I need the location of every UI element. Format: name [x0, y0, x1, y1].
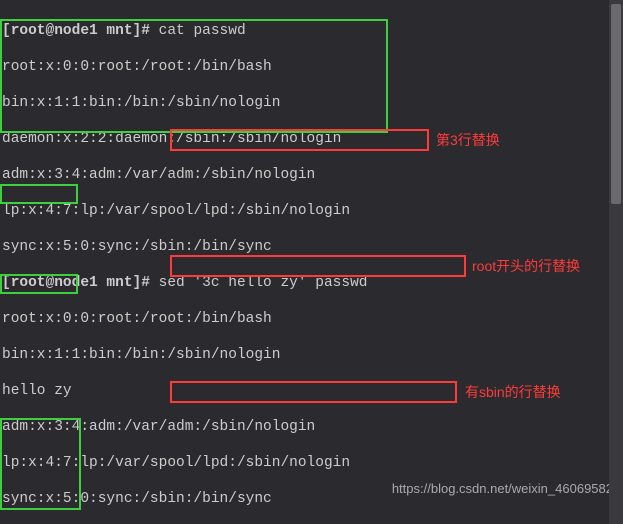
- output-line: sync:x:5:0:sync:/sbin:/bin/sync: [2, 490, 621, 508]
- scrollbar-thumb[interactable]: [611, 4, 621, 204]
- output-line: lp:x:4:7:lp:/var/spool/lpd:/sbin/nologin: [2, 454, 621, 472]
- output-line: root:x:0:0:root:/root:/bin/bash: [2, 310, 621, 328]
- command-cat: cat passwd: [159, 23, 246, 39]
- output-line: hello zy: [2, 382, 621, 400]
- output-line: bin:x:1:1:bin:/bin:/sbin/nologin: [2, 94, 621, 112]
- annotation-sed2: root开头的行替换: [472, 257, 580, 275]
- highlight-box-hello1: [0, 184, 78, 204]
- output-line: lp:x:4:7:lp:/var/spool/lpd:/sbin/nologin: [2, 202, 621, 220]
- output-line: sync:x:5:0:sync:/sbin:/bin/sync: [2, 238, 621, 256]
- scrollbar-track[interactable]: [609, 0, 623, 524]
- command-sed-3c: sed '3c hello zy' passwd: [159, 275, 368, 291]
- output-line: adm:x:3:4:adm:/var/adm:/sbin/nologin: [2, 418, 621, 436]
- output-line: bin:x:1:1:bin:/bin:/sbin/nologin: [2, 346, 621, 364]
- prompt: [root@node1 mnt]#: [2, 275, 159, 291]
- output-line: daemon:x:2:2:daemon:/sbin:/sbin/nologin: [2, 130, 621, 148]
- output-line: root:x:0:0:root:/root:/bin/bash: [2, 58, 621, 76]
- terminal-window[interactable]: [root@node1 mnt]# cat passwd root:x:0:0:…: [0, 0, 623, 524]
- prompt: [root@node1 mnt]#: [2, 23, 159, 39]
- output-line: adm:x:3:4:adm:/var/adm:/sbin/nologin: [2, 166, 621, 184]
